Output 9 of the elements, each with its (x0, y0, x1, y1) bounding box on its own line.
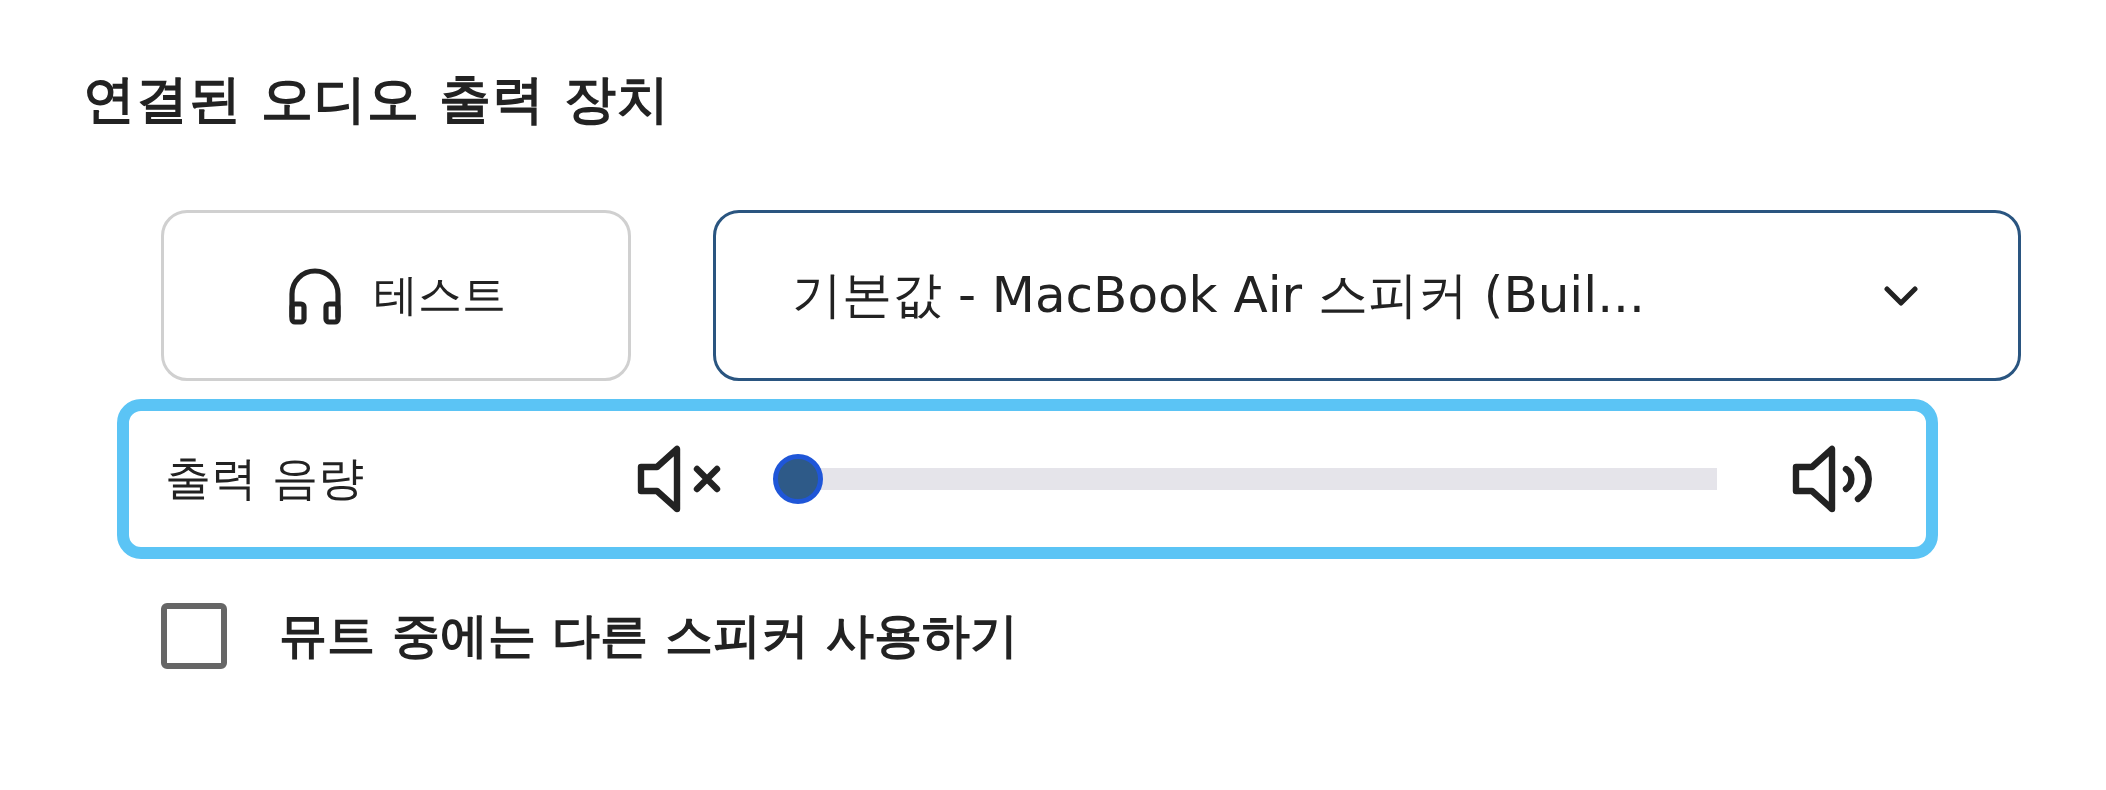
test-button[interactable]: 테스트 (161, 210, 631, 382)
device-dropdown[interactable]: 기본값 - MacBook Air 스피커 (Buil... (713, 210, 2021, 382)
section-title: 연결된 오디오 출력 장치 (83, 68, 672, 131)
volume-label: 출력 음량 (165, 450, 365, 508)
slider-thumb[interactable] (773, 454, 823, 505)
chevron-down-icon (1884, 285, 1918, 306)
checkbox[interactable] (161, 603, 227, 670)
dropdown-value: 기본값 - MacBook Air 스피커 (Buil... (792, 265, 1645, 327)
checkbox-label: 뮤트 중에는 다른 스피커 사용하기 (279, 606, 1018, 666)
